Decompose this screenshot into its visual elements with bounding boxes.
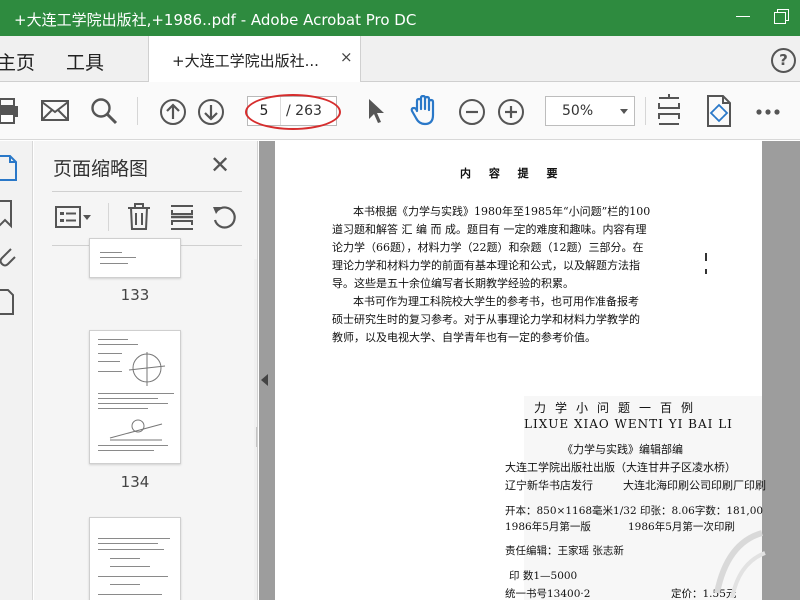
restore-icon[interactable] (771, 6, 793, 28)
collapse-panel-icon[interactable] (261, 374, 268, 386)
email-icon[interactable] (41, 100, 69, 122)
zoom-select[interactable]: 50% (545, 96, 635, 126)
thumbnail-page[interactable] (89, 238, 181, 278)
summary-line: 道习题和解答 汇 编 而 成。题目有 一定的难度和趣味。内容有理 (332, 223, 647, 236)
document-viewport[interactable]: 内 容 提 要 本书根据《力学与实践》1980年至1985年“小问题”栏的100… (259, 141, 800, 600)
rotate-icon[interactable] (210, 203, 238, 231)
thumbnail-page-label: 134 (120, 473, 150, 491)
tab-document[interactable]: +大连工学院出版社... × (148, 36, 361, 82)
pdf-page: 内 容 提 要 本书根据《力学与实践》1980年至1985年“小问题”栏的100… (275, 141, 766, 600)
thumbnail-options-icon[interactable] (54, 203, 94, 231)
title-bar: +大连工学院出版社,+1986..pdf - Adobe Acrobat Pro… (0, 0, 800, 36)
scroll-up-icon[interactable] (257, 261, 258, 267)
document-gutter (779, 141, 800, 600)
editor-line: 《力学与实践》编辑部编 (562, 443, 683, 456)
close-panel-icon[interactable]: ✕ (210, 153, 230, 177)
toolbar-separator (645, 97, 646, 125)
thumbnail-scrollbar[interactable] (254, 259, 258, 600)
book-title-pinyin: LIXUE XIAO WENTI YI BAI LI (524, 417, 733, 431)
summary-line: 教师，以及电视大学、自学青年也有一定的参考价值。 (332, 331, 596, 344)
scrollbar-thumb[interactable] (256, 427, 257, 447)
summary-line: 硕士研究生时的复习参考。对于从事理论力学和材料力学教学的 (332, 313, 640, 326)
toolbar-separator (137, 97, 138, 125)
distribution-line: 辽宁新华书店发行 (505, 479, 593, 492)
chevron-down-icon (620, 109, 628, 114)
edition-line: 1986年5月第一版 (505, 521, 591, 533)
prev-page-icon[interactable] (159, 98, 187, 126)
close-tab-icon[interactable]: × (340, 48, 353, 66)
page-thumbnails-icon[interactable] (0, 153, 20, 183)
summary-line: 理论力学和材料力学的前面有基本理论和公式，以及解题方法指 (332, 259, 640, 272)
panel-separator (108, 203, 109, 231)
select-cursor-icon[interactable] (366, 97, 386, 125)
panel-divider (52, 191, 242, 192)
attachment-icon[interactable] (0, 241, 18, 269)
trash-icon[interactable] (126, 203, 152, 231)
zoom-value: 50% (562, 103, 594, 119)
thumbnail-page[interactable] (89, 330, 181, 464)
tab-tools[interactable]: 工具 (66, 48, 104, 75)
scan-mark (705, 269, 707, 274)
page-thumbnails-panel: 页面缩略图 ✕ 133 134 (34, 141, 258, 600)
minimize-icon[interactable] (733, 6, 755, 28)
left-rail (0, 141, 33, 600)
scan-mark (705, 253, 707, 261)
tab-home[interactable]: 主页 (0, 48, 35, 75)
thumbnail-page[interactable] (89, 517, 181, 600)
format-line: 开本：850×1168毫米1/32 印张：8.06字数：181,00 (505, 505, 764, 517)
zoom-in-icon[interactable] (497, 98, 525, 126)
summary-line: 论力学（66题），材料力学（22题）和杂题（12题）三部分。在 (332, 241, 644, 254)
tab-bar: 主页 工具 +大连工学院出版社... × (0, 36, 800, 82)
document-tab-label: +大连工学院出版社... (172, 52, 319, 70)
summary-line: 导。这些是五十余位编写者长期教学经验的积累。 (332, 277, 574, 290)
print-run-line: 印 数1—5000 (509, 570, 578, 582)
help-icon[interactable]: ? (771, 48, 796, 73)
bookmark-icon[interactable] (0, 199, 16, 229)
isbn-line: 统一书号13400·2 (505, 588, 591, 600)
printer-line: 大连北海印刷公司印刷厂印刷 (623, 479, 766, 492)
book-title: 力学小问题一百例 (534, 401, 703, 415)
more-icon[interactable] (755, 108, 781, 116)
full-screen-icon[interactable] (706, 95, 732, 127)
panel-title: 页面缩略图 (53, 158, 149, 180)
page-number-highlight (245, 94, 341, 130)
extract-pages-icon[interactable] (169, 203, 195, 231)
summary-heading: 内 容 提 要 (460, 167, 565, 180)
window-title: +大连工学院出版社,+1986..pdf - Adobe Acrobat Pro… (14, 11, 417, 29)
hand-tool-icon[interactable] (410, 95, 440, 127)
layers-icon[interactable] (0, 287, 16, 317)
next-page-icon[interactable] (197, 98, 225, 126)
fit-page-icon[interactable] (655, 94, 683, 128)
print-icon[interactable] (0, 97, 20, 125)
zoom-out-icon[interactable] (458, 98, 486, 126)
summary-line: 本书根据《力学与实践》1980年至1985年“小问题”栏的100 (353, 205, 651, 218)
search-icon[interactable] (90, 97, 118, 125)
editors-line: 责任编辑：王家瑶 张志新 (505, 545, 624, 557)
toolbar: 5 / 263 50% (0, 82, 800, 140)
library-seal-mark (714, 530, 766, 599)
summary-line: 本书可作为理工科院校大学生的参考书，也可用作准备报考 (353, 295, 639, 308)
thumbnail-page-label: 133 (120, 286, 150, 304)
publisher-line: 大连工学院出版社出版（大连甘井子区凌水桥） (505, 461, 736, 474)
